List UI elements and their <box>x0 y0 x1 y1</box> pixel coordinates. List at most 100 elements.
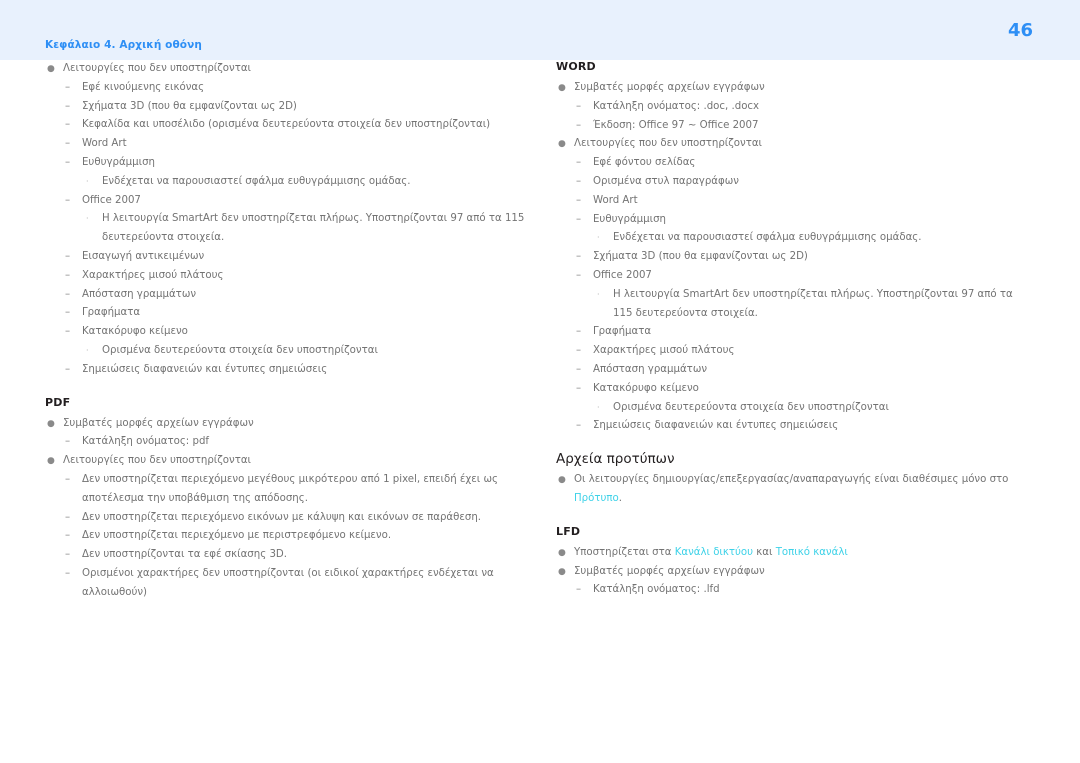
dash-icon: – <box>576 345 582 357</box>
pdf-section-heading: PDF <box>45 395 71 409</box>
bullet-icon: ● <box>47 456 55 467</box>
lfd-section-heading: LFD <box>556 524 581 538</box>
templates-text-suffix: . <box>618 492 623 504</box>
templates-text-prefix: Οι λειτουργίες δημιουργίας/επεξεργασίας/… <box>574 474 1009 486</box>
list-item: ● Οι λειτουργίες δημιουργίας/επεξεργασία… <box>556 471 1026 509</box>
dash-icon: – <box>576 119 582 131</box>
dot-icon: · <box>597 233 600 243</box>
list-item: – Κατάληξη ονόματος: .doc, .docx <box>556 98 1026 117</box>
page-content: ● Λειτουργίες που δεν υποστηρίζονται – Ε… <box>0 60 1080 763</box>
dash-icon: – <box>576 100 582 112</box>
lfd-text-prefix: Υποστηρίζεται στα <box>574 546 675 558</box>
list-item: ● Λειτουργίες που δεν υποστηρίζονται <box>45 60 525 79</box>
dot-icon: · <box>86 176 89 186</box>
list-item: · Ορισμένα δευτερεύοντα στοιχεία δεν υπο… <box>45 342 525 361</box>
list-item: – Εφέ φόντου σελίδας <box>556 154 1026 173</box>
list-item: ● Λειτουργίες που δεν υποστηρίζονται <box>556 135 1026 154</box>
dash-icon: – <box>65 436 71 448</box>
list-item: · Ορισμένα δευτερεύοντα στοιχεία δεν υπο… <box>556 399 1026 418</box>
dash-icon: – <box>576 326 582 338</box>
dash-icon: – <box>65 549 71 561</box>
list-item: ● Υποστηρίζεται στα Κανάλι δικτύου και Τ… <box>556 544 1026 563</box>
dot-icon: · <box>86 345 89 355</box>
template-link[interactable]: Πρότυπο <box>574 493 619 504</box>
list-item: – Office 2007 <box>45 192 525 211</box>
dash-icon: – <box>65 473 71 485</box>
list-item: – Κεφαλίδα και υποσέλιδο (ορισμένα δευτε… <box>45 116 525 135</box>
dash-icon: – <box>576 269 582 281</box>
list-item: – Εισαγωγή αντικειμένων <box>45 248 525 267</box>
dash-icon: – <box>65 250 71 262</box>
dash-icon: – <box>65 530 71 542</box>
list-item: – Απόσταση γραμμάτων <box>556 361 1026 380</box>
list-item: – Κατάληξη ονόματος: .lfd <box>556 581 1026 600</box>
list-item: – Έκδοση: Office 97 ~ Office 2007 <box>556 117 1026 136</box>
bullet-icon: ● <box>558 83 566 93</box>
list-item: – Ορισμένοι χαρακτήρες δεν υποστηρίζοντα… <box>45 565 525 603</box>
unsupported-features-list: ● Λειτουργίες που δεν υποστηρίζονται – Ε… <box>45 60 525 380</box>
list-item: – Κατάληξη ονόματος: pdf <box>45 433 525 452</box>
list-item: – Εφέ κινούμενης εικόνας <box>45 79 525 98</box>
list-item: – Δεν υποστηρίζονται τα εφέ σκίασης 3D. <box>45 546 525 565</box>
bullet-icon: ● <box>558 475 566 486</box>
dot-icon: · <box>597 289 600 299</box>
bullet-icon: ● <box>558 547 566 558</box>
local-channel-link[interactable]: Τοπικό κανάλι <box>776 547 848 558</box>
list-item: ● Συμβατές μορφές αρχείων εγγράφων <box>45 415 525 434</box>
word-section-heading: WORD <box>556 60 596 73</box>
bullet-icon: ● <box>47 64 55 74</box>
list-item: – Δεν υποστηρίζεται περιεχόμενο με περισ… <box>45 527 525 546</box>
list-item: · Ενδέχεται να παρουσιαστεί σφάλμα ευθυγ… <box>556 229 1026 248</box>
left-column: ● Λειτουργίες που δεν υποστηρίζονται – Ε… <box>45 60 525 603</box>
dash-icon: – <box>65 81 71 93</box>
list-item: – Ευθυγράμμιση <box>45 154 525 173</box>
network-channel-link[interactable]: Κανάλι δικτύου <box>675 547 753 558</box>
list-item: · Ενδέχεται να παρουσιαστεί σφάλμα ευθυγ… <box>45 173 525 192</box>
pdf-section-list: ● Συμβατές μορφές αρχείων εγγράφων – Κατ… <box>45 415 525 603</box>
dash-icon: – <box>65 269 71 281</box>
templates-section-heading: Αρχεία προτύπων <box>556 451 675 468</box>
bullet-icon: ● <box>47 418 55 429</box>
list-item: – Ορισμένα στυλ παραγράφων <box>556 173 1026 192</box>
dash-icon: – <box>576 584 582 596</box>
list-item: – Κατακόρυφο κείμενο <box>556 380 1026 399</box>
bullet-icon: ● <box>558 139 566 150</box>
page-header-band <box>0 0 1080 60</box>
list-item: – Δεν υποστηρίζεται περιεχόμενο εικόνων … <box>45 509 525 528</box>
dash-icon: – <box>576 194 582 206</box>
list-item: – Δεν υποστηρίζεται περιεχόμενο μεγέθους… <box>45 471 525 509</box>
list-item: – Απόσταση γραμμάτων <box>45 286 525 305</box>
list-item: – Γραφήματα <box>45 304 525 323</box>
dash-icon: – <box>576 213 582 225</box>
list-item: · Η λειτουργία SmartArt δεν υποστηρίζετα… <box>556 286 1026 324</box>
dash-icon: – <box>65 138 71 150</box>
dash-icon: – <box>65 100 71 112</box>
dash-icon: – <box>576 157 582 169</box>
word-section-list: ● Συμβατές μορφές αρχείων εγγράφων – Κατ… <box>556 79 1026 436</box>
dot-icon: · <box>597 402 600 412</box>
list-item: – Σχήματα 3D (που θα εμφανίζονται ως 2D) <box>556 248 1026 267</box>
list-item: – Ευθυγράμμιση <box>556 211 1026 230</box>
dash-icon: – <box>65 567 71 579</box>
dash-icon: – <box>65 156 71 168</box>
list-item: – Word Art <box>45 135 525 154</box>
dash-icon: – <box>65 363 71 375</box>
dash-icon: – <box>576 251 582 263</box>
list-item: – Σημειώσεις διαφανειών και έντυπες σημε… <box>556 417 1026 436</box>
list-item: · Η λειτουργία SmartArt δεν υποστηρίζετα… <box>45 210 525 248</box>
list-item: – Χαρακτήρες μισού πλάτους <box>45 267 525 286</box>
chapter-title: Κεφάλαιο 4. Αρχική οθόνη <box>45 39 202 51</box>
dot-icon: · <box>86 214 89 224</box>
list-item: – Office 2007 <box>556 267 1026 286</box>
list-item: – Χαρακτήρες μισού πλάτους <box>556 342 1026 361</box>
dash-icon: – <box>65 511 71 523</box>
dash-icon: – <box>65 194 71 206</box>
list-item: – Σχήματα 3D (που θα εμφανίζονται ως 2D) <box>45 98 525 117</box>
page-number: 46 <box>1008 20 1034 41</box>
bullet-icon: ● <box>558 566 566 577</box>
dash-icon: – <box>576 382 582 394</box>
dash-icon: – <box>576 363 582 375</box>
list-item: ● Λειτουργίες που δεν υποστηρίζονται <box>45 452 525 471</box>
dash-icon: – <box>65 307 71 319</box>
